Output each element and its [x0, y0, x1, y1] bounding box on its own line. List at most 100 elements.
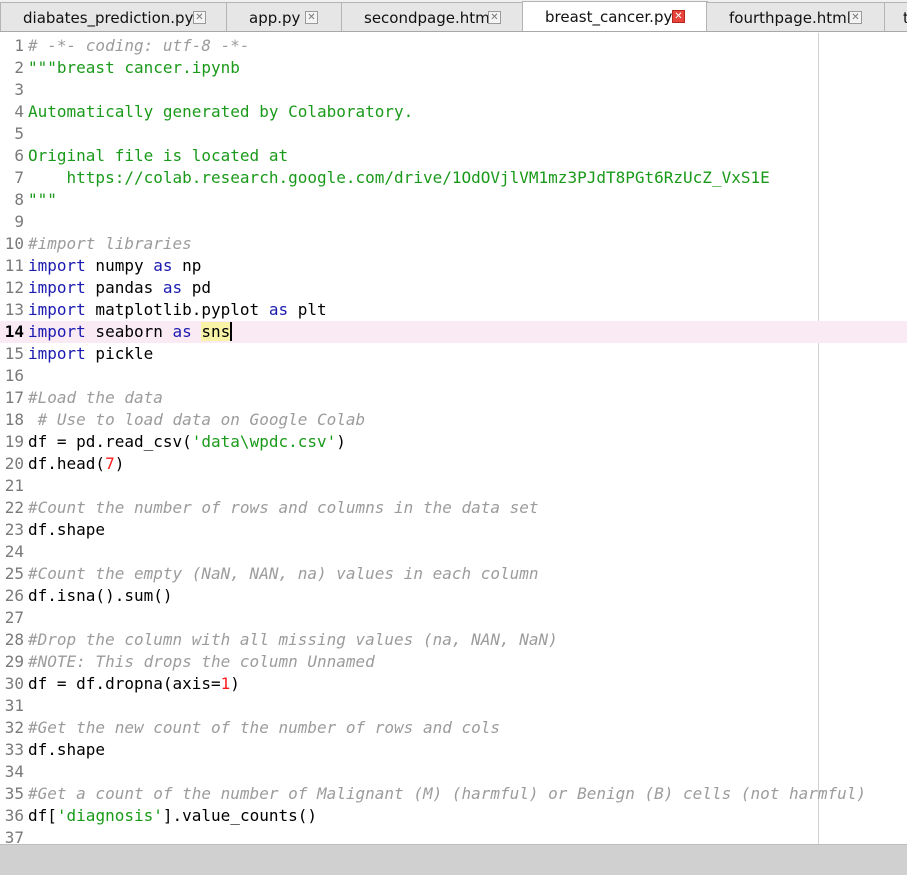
code-line[interactable]: 12 import pandas as pd	[0, 277, 907, 299]
tab-label: app.py	[249, 8, 301, 27]
line-text: import pickle	[28, 343, 153, 365]
close-icon[interactable]: ✕	[488, 11, 501, 24]
code-token: as	[153, 256, 173, 275]
code-token: )	[230, 674, 240, 693]
code-token: df = pd.read_csv(	[28, 432, 192, 451]
tab-label: fourthpage.html	[729, 8, 851, 27]
code-line[interactable]: 8 """	[0, 189, 907, 211]
code-token: df.isna().sum()	[28, 586, 173, 605]
tab-truncated[interactable]: t	[884, 2, 907, 31]
code-line[interactable]: 18 # Use to load data on Google Colab	[0, 409, 907, 431]
tab-breast-cancer-py[interactable]: breast_cancer.py ✕	[522, 1, 708, 31]
line-number: 15	[4, 344, 24, 363]
code-token: import	[28, 300, 86, 319]
code-editor[interactable]: 1 # -*- coding: utf-8 -*- 2 """breast cance…	[0, 33, 907, 844]
code-token: #Drop the column with all missing values…	[28, 630, 558, 649]
horizontal-scrollbar[interactable]	[0, 844, 907, 875]
line-number: 21	[4, 476, 24, 495]
code-line[interactable]: 4 Automatically generated by Colaboratory…	[0, 101, 907, 123]
code-token: import	[28, 344, 86, 363]
tab-secondpage-html[interactable]: secondpage.html ✕	[341, 2, 524, 31]
line-text: df['diagnosis'].value_counts()	[28, 805, 317, 827]
line-number: 11	[4, 256, 24, 275]
code-line[interactable]: 6 Original file is located at	[0, 145, 907, 167]
line-number: 30	[4, 674, 24, 693]
line-text: df.shape	[28, 519, 105, 541]
code-line[interactable]: 20 df.head(7)	[0, 453, 907, 475]
code-token: #Get the new count of the number of rows…	[28, 718, 501, 737]
code-token: matplotlib.pyplot	[85, 300, 269, 319]
code-token: #Count the empty (NaN, NAN, na) values i…	[28, 564, 539, 583]
close-icon[interactable]: ✕	[193, 11, 206, 24]
text-caret	[230, 322, 233, 341]
close-icon[interactable]: ✕	[305, 11, 318, 24]
code-line[interactable]: 32 #Get the new count of the number of ro…	[0, 717, 907, 739]
code-token: pandas	[85, 278, 163, 297]
code-line[interactable]: 37	[0, 827, 907, 844]
line-number: 1	[14, 36, 24, 55]
tab-app-py[interactable]: app.py ✕	[226, 2, 343, 31]
code-line[interactable]: 27	[0, 607, 907, 629]
code-line[interactable]: 3	[0, 79, 907, 101]
line-number: 29	[4, 652, 24, 671]
code-line[interactable]: 33 df.shape	[0, 739, 907, 761]
code-line[interactable]: 22 #Count the number of rows and columns …	[0, 497, 907, 519]
code-line[interactable]: 21	[0, 475, 907, 497]
code-line[interactable]: 36 df['diagnosis'].value_counts()	[0, 805, 907, 827]
code-line[interactable]: 15 import pickle	[0, 343, 907, 365]
code-line[interactable]: 26 df.isna().sum()	[0, 585, 907, 607]
line-text: #Get a count of the number of Malignant …	[28, 783, 866, 805]
code-line[interactable]: 17 #Load the data	[0, 387, 907, 409]
code-line[interactable]: 13 import matplotlib.pyplot as plt	[0, 299, 907, 321]
line-number: 24	[4, 542, 24, 561]
close-icon[interactable]: ✕	[672, 10, 685, 23]
line-number: 13	[4, 300, 24, 319]
code-line[interactable]: 29 #NOTE: This drops the column Unnamed	[0, 651, 907, 673]
line-number: 31	[4, 696, 24, 715]
code-token: #Load the data	[28, 388, 163, 407]
close-icon[interactable]: ✕	[849, 11, 862, 24]
line-text: #NOTE: This drops the column Unnamed	[28, 651, 375, 673]
code-line[interactable]: 5	[0, 123, 907, 145]
code-token: 7	[105, 454, 115, 473]
code-line[interactable]: 7 https://colab.research.google.com/driv…	[0, 167, 907, 189]
tab-fourthpage-html[interactable]: fourthpage.html ✕	[706, 2, 886, 31]
code-token: import	[28, 322, 86, 341]
code-line[interactable]: 23 df.shape	[0, 519, 907, 541]
code-line[interactable]: 11 import numpy as np	[0, 255, 907, 277]
tab-diabates-prediction-py[interactable]: diabates_prediction.py ✕	[0, 2, 228, 31]
line-number: 2	[14, 58, 24, 77]
code-token: pd	[182, 278, 212, 297]
line-text: Original file is located at	[28, 145, 288, 167]
code-line[interactable]: 30 df = df.dropna(axis=1)	[0, 673, 907, 695]
code-line[interactable]: 24	[0, 541, 907, 563]
line-number: 4	[14, 102, 24, 121]
code-line[interactable]: 1 # -*- coding: utf-8 -*-	[0, 35, 907, 57]
code-line[interactable]: 28 #Drop the column with all missing valu…	[0, 629, 907, 651]
code-token: #Get a count of the number of Malignant …	[28, 784, 867, 803]
code-line[interactable]: 19 df = pd.read_csv('data\wpdc.csv')	[0, 431, 907, 453]
code-line[interactable]: 10 #import libraries	[0, 233, 907, 255]
code-token: #import libraries	[28, 234, 192, 253]
code-token: as	[162, 278, 183, 297]
code-line[interactable]: 9	[0, 211, 907, 233]
line-number: 23	[4, 520, 24, 539]
code-token: 1	[220, 674, 231, 693]
code-token: )	[114, 454, 125, 473]
line-number: 14	[4, 322, 24, 341]
code-line[interactable]: 31	[0, 695, 907, 717]
line-text: import matplotlib.pyplot as plt	[28, 299, 327, 321]
code-line[interactable]: 25 #Count the empty (NaN, NAN, na) values…	[0, 563, 907, 585]
code-line[interactable]: 34	[0, 761, 907, 783]
code-line[interactable]: 14 import seaborn as sns	[0, 321, 907, 343]
code-token: np	[172, 256, 202, 275]
line-text: #Count the empty (NaN, NAN, na) values i…	[28, 563, 539, 585]
line-number: 10	[4, 234, 24, 253]
code-line[interactable]: 35 #Get a count of the number of Malignan…	[0, 783, 907, 805]
code-line[interactable]: 16	[0, 365, 907, 387]
line-text: Automatically generated by Colaboratory.	[28, 101, 413, 123]
tab-label: breast_cancer.py	[545, 8, 673, 26]
line-number: 17	[4, 388, 24, 407]
code-line[interactable]: 2 """breast cancer.ipynb	[0, 57, 907, 79]
line-number: 33	[4, 740, 24, 759]
